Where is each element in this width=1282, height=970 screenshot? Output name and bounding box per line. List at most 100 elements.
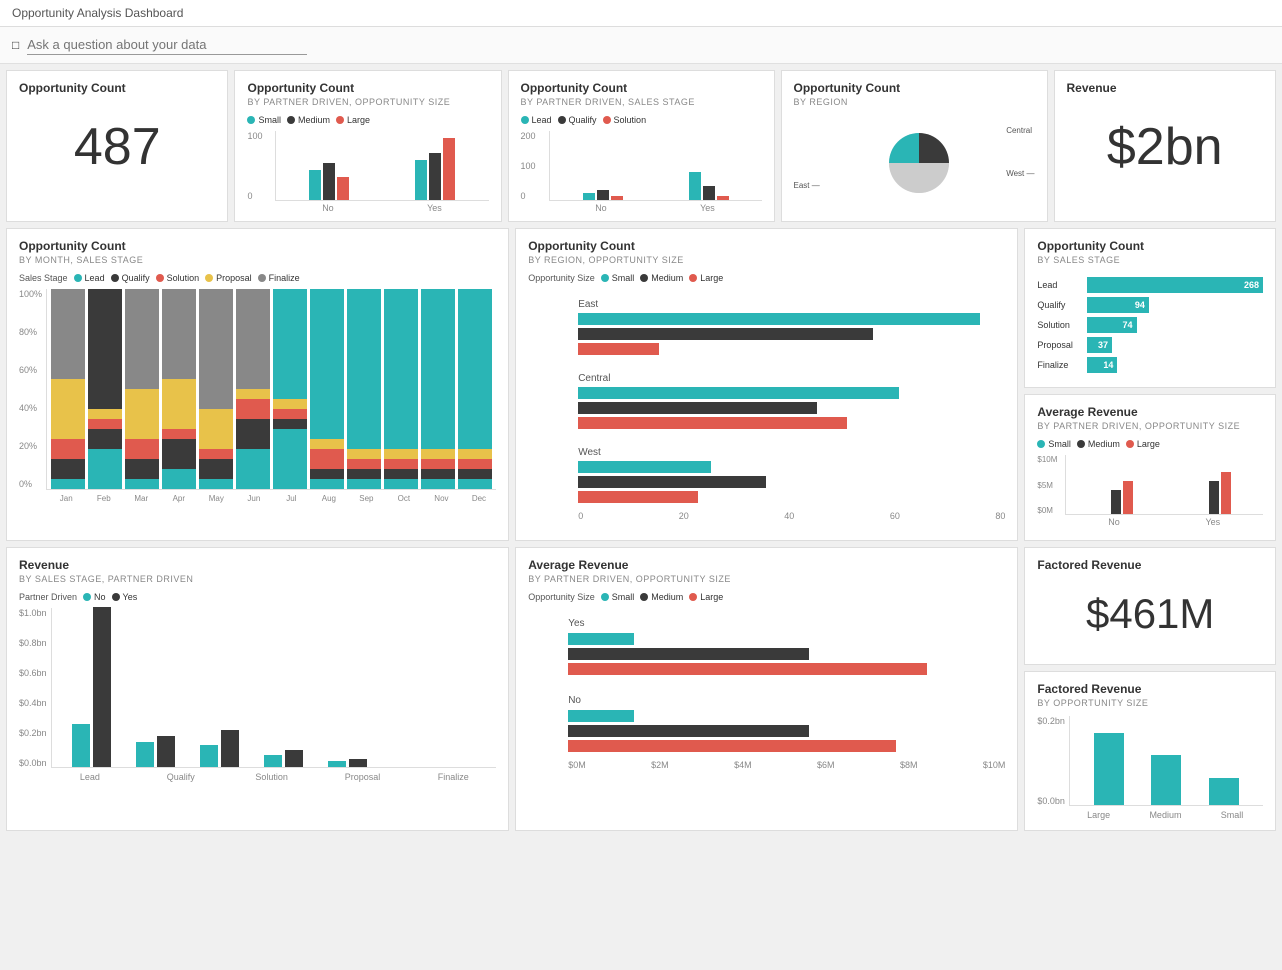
legend-item: No <box>83 592 106 602</box>
pie-chart: Central West — East — <box>794 115 1035 205</box>
region-horiz-chart: East Central <box>528 289 1005 521</box>
legend-item: Large <box>689 273 723 283</box>
legend-item: Solution <box>156 273 200 283</box>
avg-rev-legend: Small Medium Large <box>1037 439 1263 449</box>
legend-item: Medium <box>640 273 683 283</box>
legend-item: Qualify <box>558 115 597 125</box>
small-dot <box>247 116 255 124</box>
card3-legend: Lead Qualify Solution <box>521 115 762 125</box>
opp-count-region-card: Opportunity Count BY REGION Central West… <box>781 70 1048 222</box>
month-title: Opportunity Count <box>19 239 496 253</box>
opp-count-partner-size-card: Opportunity Count BY PARTNER DRIVEN, OPP… <box>234 70 501 222</box>
legend-item: Small <box>1037 439 1071 449</box>
legend-item: Medium <box>640 592 683 602</box>
central-bars: Central <box>578 373 1005 429</box>
opp-count-value: 487 <box>19 97 215 197</box>
card2-chart: 1000 NoYes <box>247 131 488 211</box>
west-bars: West <box>578 447 1005 503</box>
card3-title: Opportunity Count <box>521 81 762 95</box>
qa-bar: □ <box>0 27 1282 64</box>
app-title: Opportunity Analysis Dashboard <box>12 6 183 20</box>
avg-rev-horiz-title: Average Revenue <box>528 558 1005 572</box>
row3-right-col: Factored Revenue $461M Factored Revenue … <box>1024 547 1276 831</box>
legend-item: Finalize <box>258 273 300 283</box>
legend-item: Sales Stage <box>19 273 68 283</box>
legend-item: Large <box>336 115 370 125</box>
factored-rev-big-title: Factored Revenue <box>1037 558 1263 572</box>
legend-item: Medium <box>287 115 330 125</box>
sales-stage-bars: Lead 268 Qualify 94 <box>1037 273 1263 377</box>
avg-rev-horiz-chart: Yes No $0M$2M <box>528 608 1005 770</box>
card2-title: Opportunity Count <box>247 81 488 95</box>
card3-chart: 2001000 NoYes <box>521 131 762 211</box>
revenue-value: $2bn <box>1067 97 1263 197</box>
factored-rev-size-card: Factored Revenue BY OPPORTUNITY SIZE $0.… <box>1024 671 1276 831</box>
rev-stage-legend: Partner Driven No Yes <box>19 592 496 602</box>
rev-stage-chart: $1.0bn$0.8bn$0.6bn$0.4bn$0.2bn$0.0bn <box>19 608 496 768</box>
no-bars: No <box>568 695 1005 752</box>
legend-item: Small <box>247 115 281 125</box>
card4-subtitle: BY REGION <box>794 97 1035 107</box>
medium-dot <box>287 116 295 124</box>
rev-stage-subtitle: BY SALES STAGE, PARTNER DRIVEN <box>19 574 496 584</box>
region-size-title: Opportunity Count <box>528 239 1005 253</box>
opp-count-partner-stage-card: Opportunity Count BY PARTNER DRIVEN, SAL… <box>508 70 775 222</box>
row1: Opportunity Count 487 Opportunity Count … <box>6 70 1276 222</box>
card2-subtitle: BY PARTNER DRIVEN, OPPORTUNITY SIZE <box>247 97 488 107</box>
region-size-subtitle: BY REGION, OPPORTUNITY SIZE <box>528 255 1005 265</box>
legend-item: Lead <box>74 273 105 283</box>
solution-dot <box>603 116 611 124</box>
revenue-title: Revenue <box>1067 81 1263 95</box>
rev-stage-title: Revenue <box>19 558 496 572</box>
row2-right-col: Opportunity Count BY SALES STAGE Lead 26… <box>1024 228 1276 541</box>
opp-count-card: Opportunity Count 487 <box>6 70 228 222</box>
opp-count-month-card: Opportunity Count BY MONTH, SALES STAGE … <box>6 228 509 541</box>
legend-item: Proposal <box>205 273 252 283</box>
east-bars: East <box>578 299 1005 355</box>
factored-x-labels: Large Medium Small <box>1037 810 1263 820</box>
opp-count-region-size-card: Opportunity Count BY REGION, OPPORTUNITY… <box>515 228 1018 541</box>
qa-icon: □ <box>12 38 19 52</box>
lead-dot <box>521 116 529 124</box>
legend-item: Solution <box>603 115 647 125</box>
avg-rev-horiz-legend: Opportunity Size Small Medium Large <box>528 592 1005 602</box>
legend-item: Large <box>689 592 723 602</box>
avg-rev-horiz-subtitle: BY PARTNER DRIVEN, OPPORTUNITY SIZE <box>528 574 1005 584</box>
rev-stage-x-labels: Lead Qualify Solution Proposal Finalize <box>19 772 496 782</box>
month-subtitle: BY MONTH, SALES STAGE <box>19 255 496 265</box>
legend-item: Lead <box>521 115 552 125</box>
dashboard: Opportunity Count 487 Opportunity Count … <box>0 64 1282 837</box>
qa-input[interactable] <box>27 35 307 55</box>
yes-bars: Yes <box>568 618 1005 675</box>
row3: Revenue BY SALES STAGE, PARTNER DRIVEN P… <box>6 547 1276 831</box>
legend-item: Yes <box>112 592 138 602</box>
revenue-card: Revenue $2bn <box>1054 70 1276 222</box>
region-size-legend: Opportunity Size Small Medium Large <box>528 273 1005 283</box>
legend-item: Small <box>601 592 635 602</box>
avg-rev-subtitle: BY PARTNER DRIVEN, OPPORTUNITY SIZE <box>1037 421 1263 431</box>
legend-item: Opportunity Size <box>528 273 595 283</box>
large-dot <box>336 116 344 124</box>
avg-rev-horiz-card: Average Revenue BY PARTNER DRIVEN, OPPOR… <box>515 547 1018 831</box>
avg-rev-title: Average Revenue <box>1037 405 1263 419</box>
opp-count-stage-card: Opportunity Count BY SALES STAGE Lead 26… <box>1024 228 1276 388</box>
avg-rev-chart: $10M$5M$0M <box>1037 455 1263 530</box>
stage-subtitle: BY SALES STAGE <box>1037 255 1263 265</box>
legend-item: Medium <box>1077 439 1120 449</box>
rev-stage-card: Revenue BY SALES STAGE, PARTNER DRIVEN P… <box>6 547 509 831</box>
qualify-dot <box>558 116 566 124</box>
opp-count-title: Opportunity Count <box>19 81 215 95</box>
factored-bar-chart: $0.2bn$0.0bn <box>1037 716 1263 806</box>
month-x-labels: Jan Feb Mar Apr May Jun Jul Aug Sep Oct … <box>19 494 496 503</box>
app-header: Opportunity Analysis Dashboard <box>0 0 1282 27</box>
stage-title: Opportunity Count <box>1037 239 1263 253</box>
card4-title: Opportunity Count <box>794 81 1035 95</box>
month-legend: Sales Stage Lead Qualify Solution Propos… <box>19 273 496 283</box>
card2-legend: Small Medium Large <box>247 115 488 125</box>
card3-subtitle: BY PARTNER DRIVEN, SALES STAGE <box>521 97 762 107</box>
row2: Opportunity Count BY MONTH, SALES STAGE … <box>6 228 1276 541</box>
factored-rev-big-card: Factored Revenue $461M <box>1024 547 1276 665</box>
legend-item: Small <box>601 273 635 283</box>
avg-rev-card: Average Revenue BY PARTNER DRIVEN, OPPOR… <box>1024 394 1276 541</box>
legend-item: Large <box>1126 439 1160 449</box>
